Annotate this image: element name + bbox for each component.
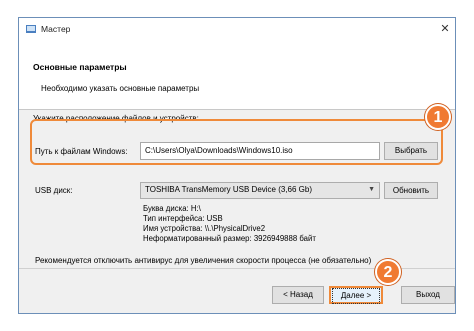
- back-button[interactable]: < Назад: [272, 286, 324, 304]
- page-title: Основные параметры: [33, 62, 127, 72]
- path-label: Путь к файлам Windows:: [35, 147, 128, 156]
- refresh-button[interactable]: Обновить: [384, 182, 438, 199]
- chevron-down-icon: ▼: [368, 186, 375, 193]
- window-title: Мастер: [41, 24, 71, 34]
- app-icon: [26, 25, 36, 33]
- usb-select-value: TOSHIBA TransMemory USB Device (3,66 Gb): [145, 185, 313, 194]
- raw-size-info: Неформатированный размер: 3926949888 бай…: [143, 234, 316, 243]
- step-badge-1: 1: [425, 104, 451, 130]
- drive-letter-info: Буква диска: H:\: [143, 204, 201, 213]
- interface-type-info: Тип интерфейса: USB: [143, 214, 223, 223]
- exit-button[interactable]: Выход: [401, 286, 455, 304]
- close-icon[interactable]: ✕: [437, 21, 453, 37]
- usb-label: USB диск:: [35, 186, 73, 195]
- antivirus-recommendation: Рекомендуется отключить антивирус для ув…: [35, 256, 372, 265]
- page-subtitle: Необходимо указать основные параметры: [41, 84, 200, 93]
- title-bar: Мастер ✕: [19, 18, 455, 40]
- wizard-header: Основные параметры Необходимо указать ос…: [19, 40, 455, 110]
- usb-select[interactable]: TOSHIBA TransMemory USB Device (3,66 Gb)…: [140, 182, 380, 199]
- path-input[interactable]: C:\Users\Olya\Downloads\Windows10.iso: [140, 142, 380, 160]
- browse-button[interactable]: Выбрать: [384, 142, 438, 160]
- next-button-label: Далее >: [331, 288, 381, 304]
- next-button[interactable]: Далее >: [329, 286, 383, 304]
- device-name-info: Имя устройства: \\.\PhysicalDrive2: [143, 224, 266, 233]
- step-badge-2: 2: [375, 259, 401, 285]
